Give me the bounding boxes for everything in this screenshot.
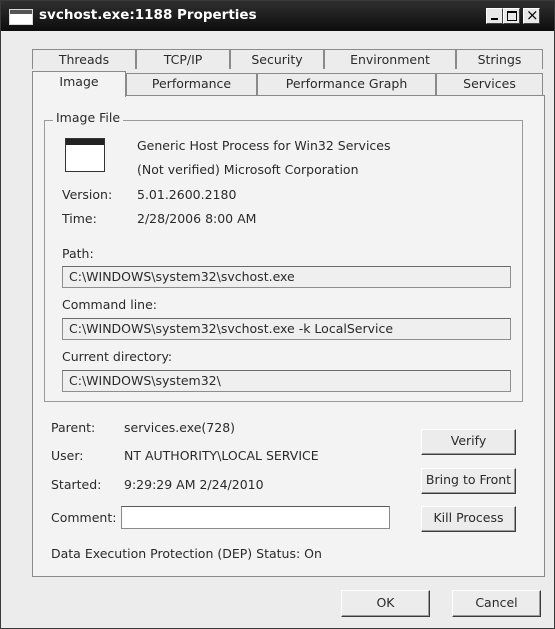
tab-performance-graph[interactable]: Performance Graph <box>257 73 436 95</box>
executable-window-icon <box>65 138 105 172</box>
cancel-button[interactable]: Cancel <box>452 590 541 617</box>
tab-strings[interactable]: Strings <box>456 49 543 69</box>
minimize-button[interactable] <box>486 8 503 24</box>
verify-button[interactable]: Verify <box>421 429 516 455</box>
title-bar[interactable]: svchost.exe:1188 Properties <box>1 1 554 31</box>
ok-button[interactable]: OK <box>341 590 430 617</box>
started-label: Started: <box>51 477 102 492</box>
tab-tcpip[interactable]: TCP/IP <box>136 49 230 69</box>
comment-label: Comment: <box>51 510 117 525</box>
tab-environment[interactable]: Environment <box>324 49 456 69</box>
command-line-label: Command line: <box>62 297 157 312</box>
version-label: Version: <box>62 187 113 202</box>
parent-label: Parent: <box>51 420 96 435</box>
tab-services[interactable]: Services <box>436 73 543 95</box>
user-label: User: <box>51 448 84 463</box>
parent-value: services.exe(728) <box>124 420 236 435</box>
window-title: svchost.exe:1188 Properties <box>39 7 257 23</box>
tab-image[interactable]: Image <box>32 71 126 97</box>
tab-threads[interactable]: Threads <box>32 49 136 69</box>
image-file-group-label: Image File <box>53 110 124 125</box>
image-company: (Not verified) Microsoft Corporation <box>137 162 359 177</box>
tab-performance[interactable]: Performance <box>126 73 257 95</box>
current-directory-field[interactable]: C:\WINDOWS\system32\ <box>62 370 511 392</box>
started-value: 9:29:29 AM 2/24/2010 <box>124 477 264 492</box>
dep-status: Data Execution Protection (DEP) Status: … <box>51 546 322 561</box>
current-directory-label: Current directory: <box>62 349 173 364</box>
path-field[interactable]: C:\WINDOWS\system32\svchost.exe <box>62 266 511 288</box>
time-label: Time: <box>62 211 97 226</box>
command-line-field[interactable]: C:\WINDOWS\system32\svchost.exe -k Local… <box>62 318 511 340</box>
time-value: 2/28/2006 8:00 AM <box>137 211 257 226</box>
version-value: 5.01.2600.2180 <box>137 187 237 202</box>
maximize-button[interactable] <box>503 8 520 24</box>
path-label: Path: <box>62 246 94 261</box>
window-icon <box>9 9 33 25</box>
properties-window: svchost.exe:1188 Properties Threads TCP/… <box>0 0 555 629</box>
comment-input[interactable] <box>121 506 390 529</box>
image-description: Generic Host Process for Win32 Services <box>137 138 391 153</box>
close-button[interactable] <box>523 6 540 24</box>
bring-to-front-button[interactable]: Bring to Front <box>421 468 516 494</box>
tab-security[interactable]: Security <box>230 49 324 69</box>
user-value: NT AUTHORITY\LOCAL SERVICE <box>124 448 319 463</box>
kill-process-button[interactable]: Kill Process <box>421 506 516 532</box>
